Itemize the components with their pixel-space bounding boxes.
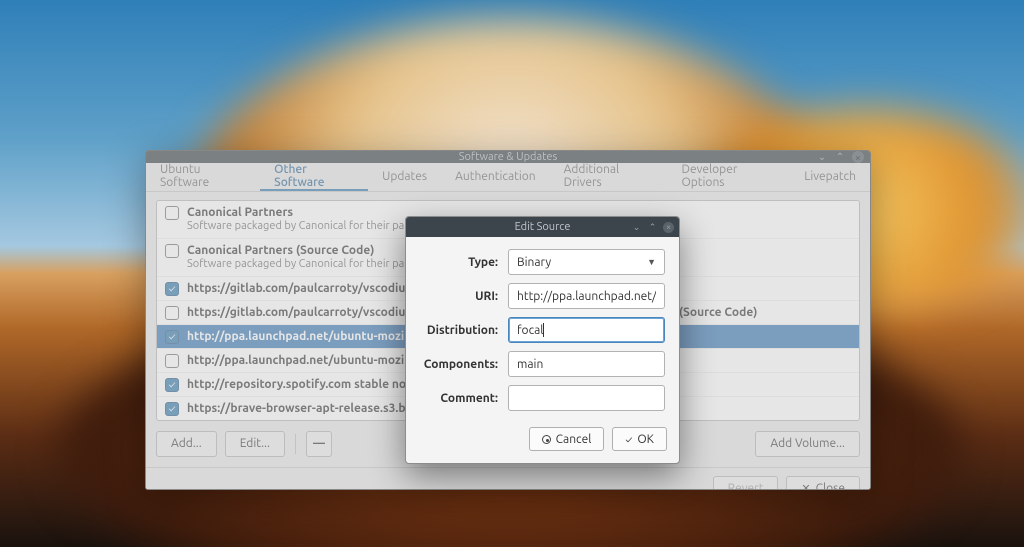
type-label: Type: xyxy=(420,256,498,269)
tab-ubuntu-software[interactable]: Ubuntu Software xyxy=(146,163,260,191)
window-title: Software & Updates xyxy=(459,151,558,163)
checkbox[interactable]: ✓ xyxy=(165,402,179,416)
type-select[interactable]: Binary ▼ xyxy=(508,249,665,275)
dialog-titlebar: Edit Source ⌄ ⌃ × xyxy=(406,217,679,237)
window-titlebar: Software & Updates ⌄ ⌃ × xyxy=(146,151,870,163)
tab-bar: Ubuntu Software Other Software Updates A… xyxy=(146,163,870,192)
source-subtitle: Software packaged by Canonical for their… xyxy=(187,220,434,234)
text-cursor xyxy=(543,323,544,337)
checkbox[interactable] xyxy=(165,354,179,368)
checkbox[interactable]: ✓ xyxy=(165,282,179,296)
checkbox[interactable]: ✓ xyxy=(165,378,179,392)
distribution-label: Distribution: xyxy=(420,324,498,337)
comment-label: Comment: xyxy=(420,392,498,405)
distribution-value: focal xyxy=(517,324,543,337)
checkbox[interactable] xyxy=(165,206,179,220)
tab-additional-drivers[interactable]: Additional Drivers xyxy=(550,163,668,191)
components-input[interactable] xyxy=(517,358,656,371)
tab-livepatch[interactable]: Livepatch xyxy=(790,163,870,191)
cancel-icon xyxy=(542,435,551,444)
add-button[interactable]: Add... xyxy=(156,431,217,457)
components-label: Components: xyxy=(420,358,498,371)
checkbox[interactable] xyxy=(165,244,179,258)
close-icon[interactable]: × xyxy=(663,222,674,233)
comment-field[interactable] xyxy=(508,385,665,411)
remove-button[interactable]: — xyxy=(306,431,332,457)
source-title: http://repository.spotify.com stable non… xyxy=(187,377,441,392)
maximize-icon[interactable]: ⌃ xyxy=(834,151,846,163)
maximize-icon[interactable]: ⌃ xyxy=(647,222,658,233)
tab-updates[interactable]: Updates xyxy=(368,163,441,191)
uri-label: URI: xyxy=(420,290,498,303)
minimize-icon[interactable]: ⌄ xyxy=(631,222,642,233)
edit-button[interactable]: Edit... xyxy=(225,431,285,457)
close-icon[interactable]: × xyxy=(852,151,864,163)
type-value: Binary xyxy=(517,256,551,269)
source-title: Canonical Partners (Source Code) xyxy=(187,243,434,258)
edit-source-dialog: Edit Source ⌄ ⌃ × Type: Binary ▼ URI: Di… xyxy=(405,216,680,464)
checkbox[interactable] xyxy=(165,306,179,320)
uri-field[interactable] xyxy=(508,283,665,309)
source-subtitle: Software packaged by Canonical for their… xyxy=(187,258,434,272)
distribution-field[interactable]: focal xyxy=(508,317,665,343)
tab-developer-options[interactable]: Developer Options xyxy=(667,163,790,191)
close-x-icon: ✕ xyxy=(801,482,810,490)
uri-input[interactable] xyxy=(517,290,656,303)
tab-other-software[interactable]: Other Software xyxy=(260,163,368,191)
dialog-title: Edit Source xyxy=(515,221,571,233)
add-volume-button[interactable]: Add Volume... xyxy=(755,431,860,457)
close-button[interactable]: ✕Close xyxy=(786,476,860,491)
minimize-icon[interactable]: ⌄ xyxy=(816,151,828,163)
ok-button[interactable]: ✓ OK xyxy=(612,427,667,451)
tab-authentication[interactable]: Authentication xyxy=(441,163,550,191)
revert-button[interactable]: Revert xyxy=(713,476,779,491)
source-title: Canonical Partners xyxy=(187,205,434,220)
checkbox[interactable]: ✓ xyxy=(165,330,179,344)
separator xyxy=(295,434,296,454)
comment-input[interactable] xyxy=(517,392,656,405)
cancel-button[interactable]: Cancel xyxy=(529,427,605,451)
chevron-down-icon: ▼ xyxy=(647,257,656,267)
check-icon: ✓ xyxy=(625,434,632,445)
components-field[interactable] xyxy=(508,351,665,377)
